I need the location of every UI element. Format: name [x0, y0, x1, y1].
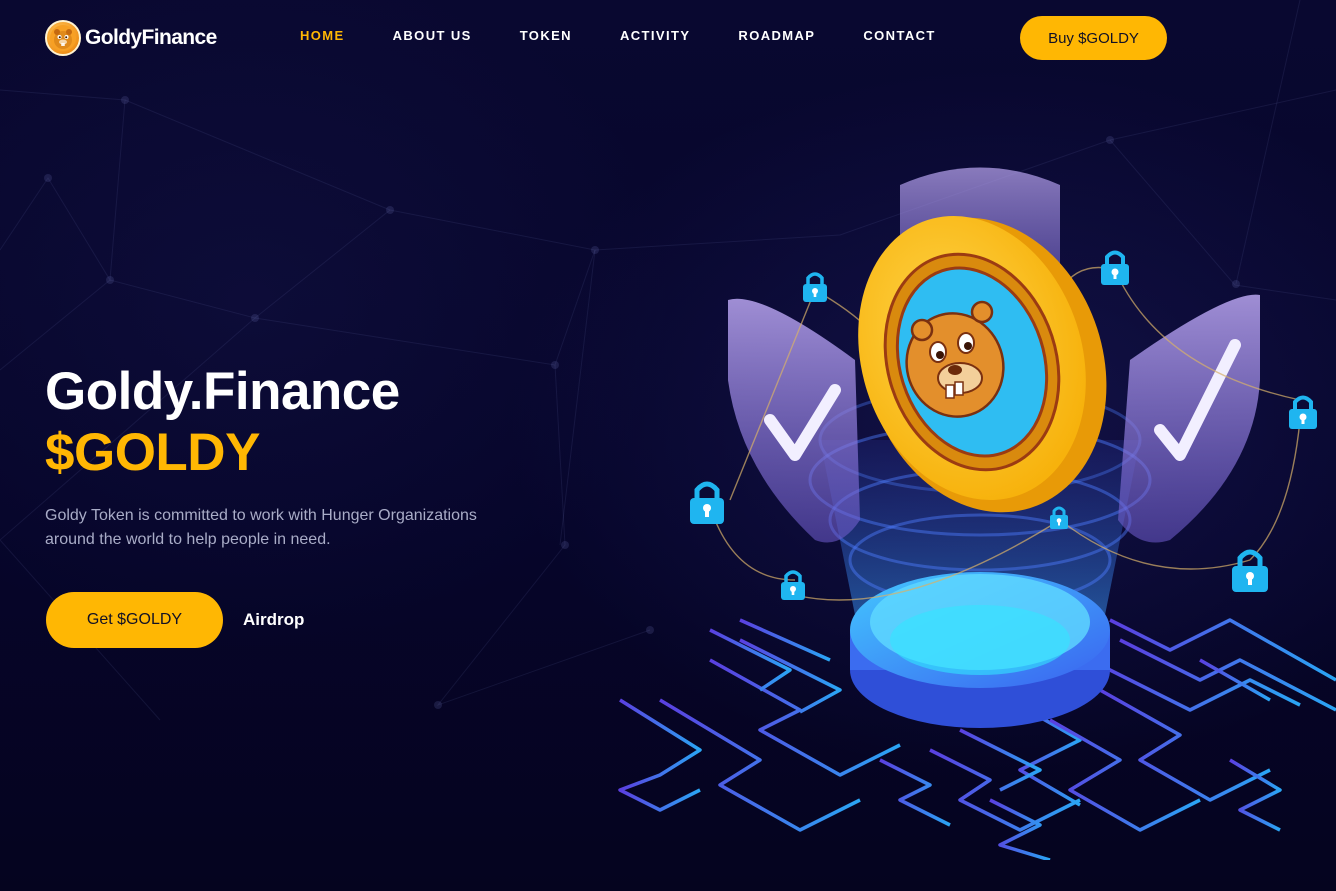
logo-text: GoldyFinance	[85, 26, 217, 49]
shield-check-icon	[728, 298, 860, 543]
get-goldy-button[interactable]: Get $GOLDY	[46, 592, 223, 648]
padlock-icon	[1232, 549, 1268, 592]
padlock-icon	[690, 481, 724, 524]
nav-about-us[interactable]: ABOUT US	[393, 28, 472, 43]
buy-goldy-button[interactable]: Buy $GOLDY	[1020, 16, 1167, 60]
hero-description: Goldy Token is committed to work with Hu…	[45, 507, 477, 548]
nav-token[interactable]: TOKEN	[520, 28, 572, 43]
site-header: GoldyFinance HOME ABOUT US TOKEN ACTIVIT…	[0, 0, 1336, 76]
page: GoldyFinance HOME ABOUT US TOKEN ACTIVIT…	[0, 0, 1336, 891]
padlock-icon	[1289, 395, 1317, 429]
hero-illustration	[618, 167, 1336, 860]
hero-token-symbol: $GOLDY	[45, 423, 260, 482]
nav-roadmap[interactable]: ROADMAP	[738, 28, 815, 43]
logo[interactable]: GoldyFinance	[45, 18, 217, 58]
shield-check-icon	[1118, 294, 1260, 543]
main-nav: HOME ABOUT US TOKEN ACTIVITY ROADMAP CON…	[300, 28, 936, 43]
padlock-icon	[803, 272, 827, 302]
beaver-coin-icon	[45, 20, 81, 56]
padlock-icon	[781, 570, 805, 600]
nav-activity[interactable]: ACTIVITY	[620, 28, 690, 43]
airdrop-link[interactable]: Airdrop	[243, 610, 304, 630]
nav-home[interactable]: HOME	[300, 28, 345, 43]
hero-title: Goldy.Finance	[45, 362, 400, 421]
padlock-icon	[1101, 250, 1129, 285]
nav-contact[interactable]: CONTACT	[863, 28, 935, 43]
